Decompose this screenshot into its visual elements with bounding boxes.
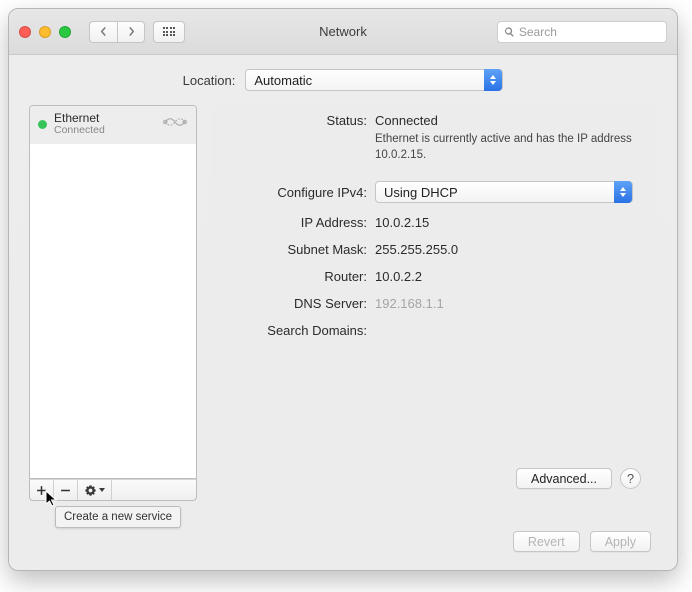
grid-icon <box>163 27 176 36</box>
configure-value-wrap: Using DHCP <box>375 181 641 203</box>
help-button[interactable]: ? <box>620 468 641 489</box>
subnet-row: Subnet Mask: 255.255.255.0 <box>227 242 641 257</box>
subnet-label: Subnet Mask: <box>227 242 375 257</box>
revert-button[interactable]: Revert <box>513 531 580 552</box>
status-description: Ethernet is currently active and has the… <box>375 132 635 163</box>
location-value: Automatic <box>254 73 312 88</box>
ip-row: IP Address: 10.0.2.15 <box>227 215 641 230</box>
chevron-right-icon <box>127 27 136 36</box>
back-button[interactable] <box>89 21 117 43</box>
plus-icon <box>36 485 47 496</box>
service-list[interactable]: Ethernet Connected <box>29 105 197 479</box>
search-domains-label: Search Domains: <box>227 323 375 338</box>
dns-label: DNS Server: <box>227 296 375 311</box>
window-controls <box>19 26 71 38</box>
search-domains-row: Search Domains: <box>227 323 641 338</box>
configure-ipv4-select[interactable]: Using DHCP <box>375 181 633 203</box>
add-service-button[interactable] <box>30 480 54 500</box>
search-field[interactable] <box>497 21 667 43</box>
router-value: 10.0.2.2 <box>375 269 641 284</box>
status-dot-icon <box>38 120 47 129</box>
detail-bottom-row: Advanced... ? <box>227 468 641 489</box>
ip-value: 10.0.2.15 <box>375 215 641 230</box>
service-detail: Status: Connected Ethernet is currently … <box>211 105 657 501</box>
status-value-block: Connected Ethernet is currently active a… <box>375 113 641 163</box>
dns-value: 192.168.1.1 <box>375 296 641 311</box>
minimize-button[interactable] <box>39 26 51 38</box>
location-row: Location: Automatic <box>29 69 657 91</box>
action-row: Revert Apply <box>29 531 657 552</box>
service-actions-button[interactable] <box>78 480 112 500</box>
content-area: Location: Automatic Ethernet Connected <box>9 55 677 570</box>
show-all-button[interactable] <box>153 21 185 43</box>
status-row: Status: Connected Ethernet is currently … <box>227 113 641 163</box>
sidebar-footer <box>29 479 197 501</box>
service-item-ethernet[interactable]: Ethernet Connected <box>30 106 196 144</box>
close-button[interactable] <box>19 26 31 38</box>
service-text: Ethernet Connected <box>54 112 105 137</box>
configure-value: Using DHCP <box>384 185 458 200</box>
nav-buttons <box>89 21 145 43</box>
search-input[interactable] <box>519 25 660 39</box>
configure-label: Configure IPv4: <box>227 185 375 200</box>
status-label: Status: <box>227 113 375 128</box>
ip-label: IP Address: <box>227 215 375 230</box>
forward-button[interactable] <box>117 21 145 43</box>
dns-row: DNS Server: 192.168.1.1 <box>227 296 641 311</box>
services-sidebar: Ethernet Connected <box>29 105 197 501</box>
chevron-left-icon <box>99 27 108 36</box>
chevron-down-icon <box>99 488 105 492</box>
router-label: Router: <box>227 269 375 284</box>
select-arrows-icon <box>614 181 632 203</box>
apply-button[interactable]: Apply <box>590 531 651 552</box>
configure-row: Configure IPv4: Using DHCP <box>227 181 641 203</box>
minus-icon <box>60 485 71 496</box>
status-value: Connected <box>375 113 641 128</box>
router-row: Router: 10.0.2.2 <box>227 269 641 284</box>
search-icon <box>504 26 515 38</box>
tooltip: Create a new service <box>55 506 181 528</box>
titlebar: Network <box>9 9 677 55</box>
subnet-value: 255.255.255.0 <box>375 242 641 257</box>
zoom-button[interactable] <box>59 26 71 38</box>
service-status: Connected <box>54 125 105 137</box>
ethernet-icon <box>162 113 188 136</box>
network-preferences-window: Network Location: Automatic Ethernet <box>8 8 678 571</box>
advanced-button[interactable]: Advanced... <box>516 468 612 489</box>
remove-service-button[interactable] <box>54 480 78 500</box>
gear-icon <box>84 484 97 497</box>
location-label: Location: <box>183 73 236 88</box>
panes: Ethernet Connected <box>29 105 657 501</box>
select-arrows-icon <box>484 69 502 91</box>
location-select[interactable]: Automatic <box>245 69 503 91</box>
